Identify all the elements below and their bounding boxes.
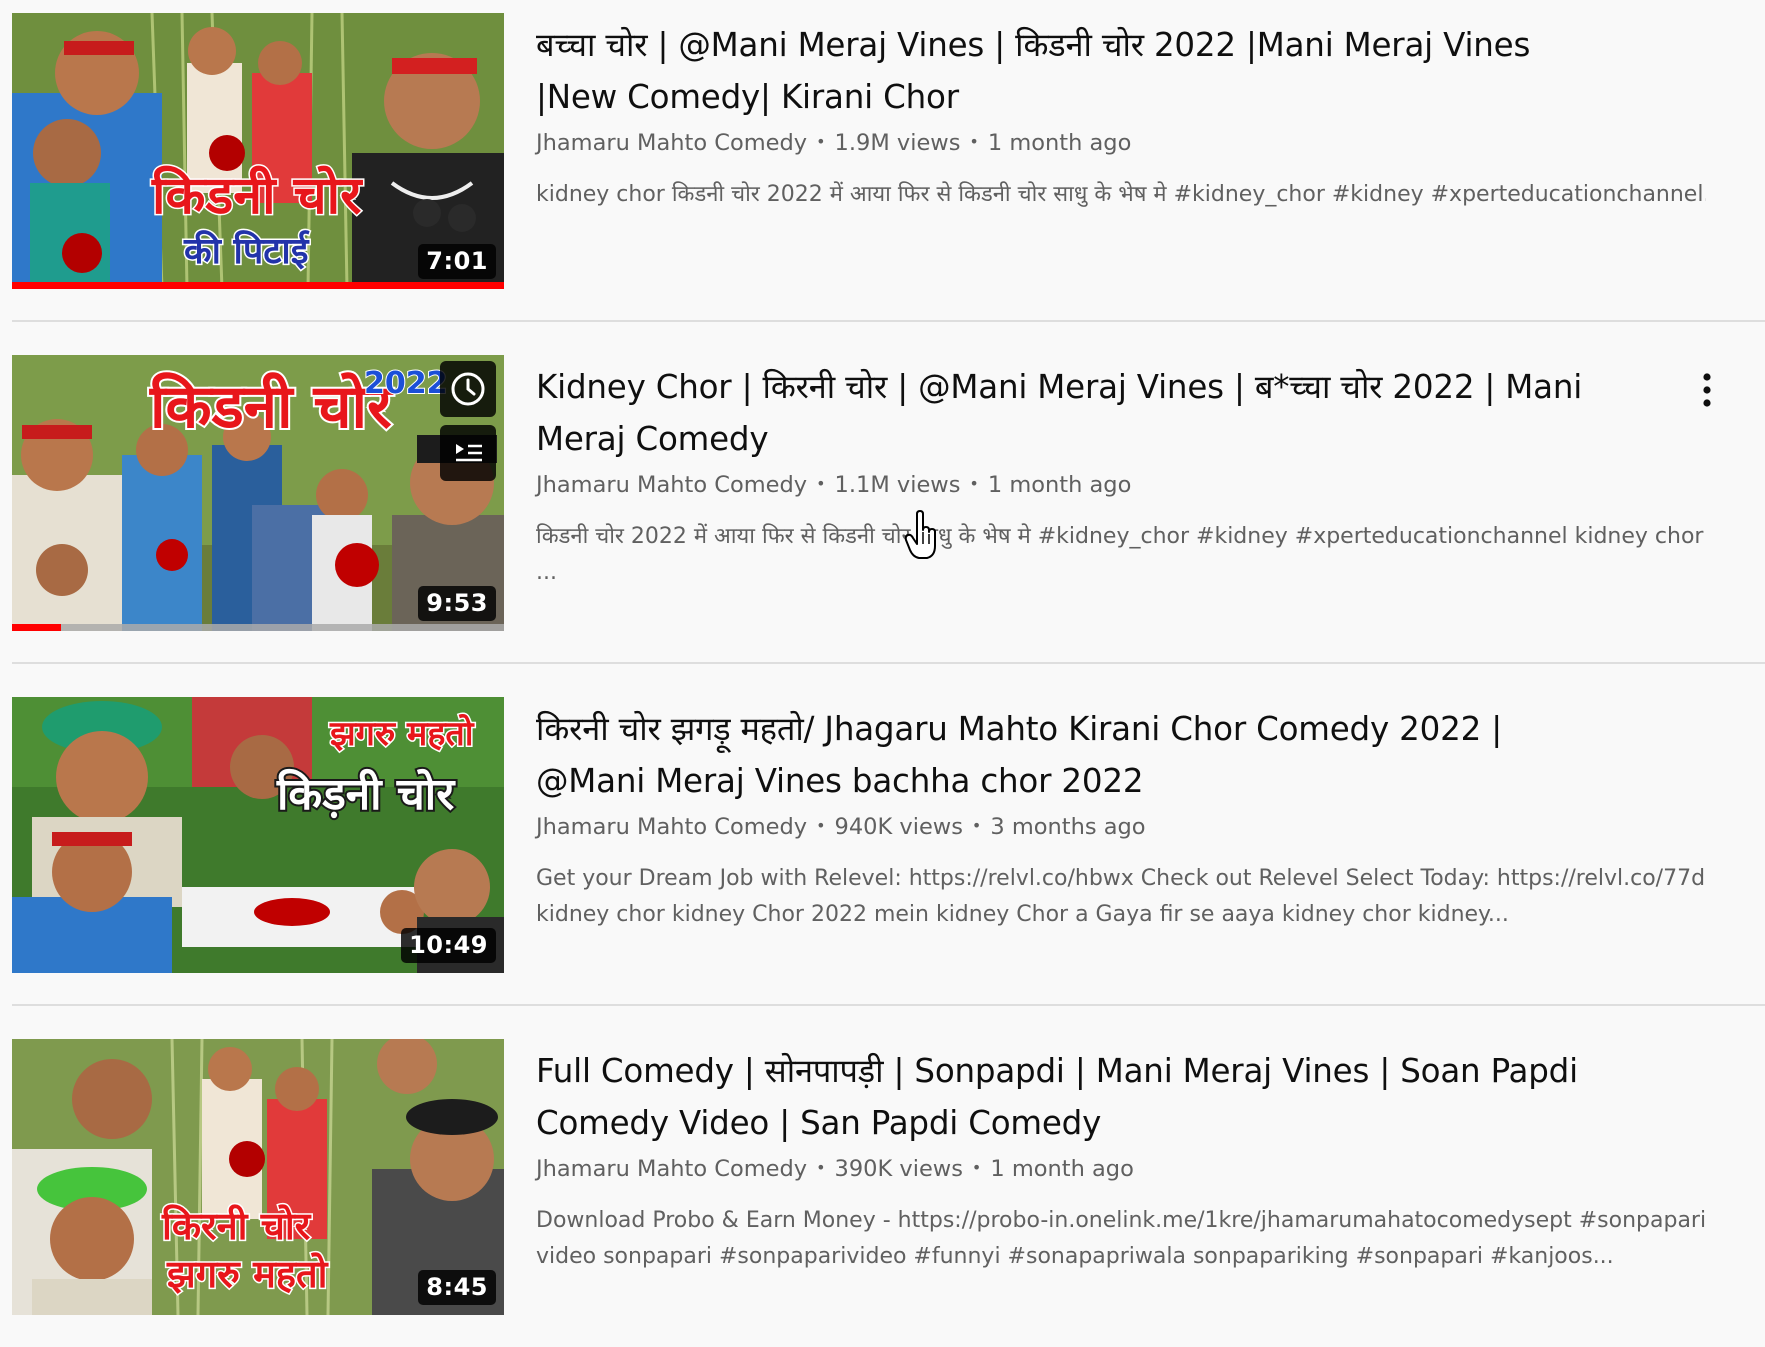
video-thumbnail[interactable]: किडनी चोर की पिटाई 7:01 [12, 13, 504, 289]
meta-separator: • [816, 474, 826, 493]
result-divider [12, 1004, 1765, 1006]
video-metadata: Jhamaru Mahto Comedy • 940K views • 3 months… [536, 809, 1706, 847]
video-metadata: Jhamaru Mahto Comedy • 1.1M views • 1 month … [536, 467, 1706, 505]
video-title-line: Full Comedy | सोनपापड़ी | Sonpapdi | Man… [536, 1052, 1578, 1090]
video-title-line: |New Comedy| Kirani Chor [536, 78, 959, 116]
video-title[interactable]: बच्चा चोर | @Mani Meraj Vines | किडनी चो… [536, 19, 1706, 123]
add-to-queue-icon [456, 444, 482, 462]
video-description-snippet: kidney chor किडनी चोर 2022 में आया फिर स… [536, 177, 1706, 213]
watch-progress-bar [12, 624, 504, 631]
video-result-3[interactable]: झगरु महतो किड़नी चोर 10:49 किरनी चोर झगड… [12, 697, 1765, 997]
video-title-line: बच्चा चोर | @Mani Meraj Vines | किडनी चो… [536, 26, 1531, 64]
description-line: kidney chor किडनी चोर 2022 में आया फिर स… [536, 182, 1706, 207]
view-count: 940K views [834, 814, 963, 840]
thumbnail-subtitle-text: किड़नी चोर [276, 768, 456, 820]
meta-separator: • [971, 816, 982, 835]
video-description-snippet: किडनी चोर 2022 में आया फिर से किडनी चोर … [536, 519, 1706, 591]
thumbnail-title-text: झगरु महतो [329, 713, 475, 754]
video-result-4[interactable]: किरनी चोर झगरु महतो 8:45 Full Comedy | स… [12, 1039, 1765, 1339]
search-results-list: किडनी चोर की पिटाई 7:01 बच्चा चोर | @Man… [0, 0, 1765, 1347]
thumbnail-title-text: किरनी चोर [161, 1204, 312, 1248]
add-to-queue-button[interactable] [440, 425, 496, 481]
video-thumbnail[interactable]: किरनी चोर झगरु महतो 8:45 [12, 1039, 504, 1315]
video-metadata: Jhamaru Mahto Comedy • 1.9M views • 1 month … [536, 125, 1706, 163]
thumbnail-subtitle-text: की पिटाई [183, 230, 310, 272]
video-title-line: किरनी चोर झगड़ू महतो/ Jhagaru Mahto Kira… [536, 710, 1502, 748]
video-info: बच्चा चोर | @Mani Meraj Vines | किडनी चो… [536, 13, 1706, 213]
video-thumbnail[interactable]: किडनी चोर 2022 9:53 [12, 355, 504, 631]
video-result-2[interactable]: किडनी चोर 2022 9:53 Kidney Chor | किरनी … [12, 355, 1765, 655]
view-count: 1.9M views [834, 130, 961, 156]
video-info: Full Comedy | सोनपापड़ी | Sonpapdi | Man… [536, 1039, 1706, 1275]
upload-age: 3 months ago [990, 814, 1146, 840]
description-line: kidney chor kidney Chor 2022 mein kidney… [536, 902, 1509, 927]
result-divider [12, 662, 1765, 664]
video-thumbnail[interactable]: झगरु महतो किड़नी चोर 10:49 [12, 697, 504, 973]
thumbnail-title-text: किडनी चोर [151, 165, 363, 226]
video-info: Kidney Chor | किरनी चोर | @Mani Meraj Vi… [536, 355, 1706, 591]
result-divider [12, 320, 1765, 322]
video-duration: 8:45 [418, 1270, 496, 1305]
video-title-line: Kidney Chor | किरनी चोर | @Mani Meraj Vi… [536, 368, 1583, 406]
description-line: video sonpapari #sonpaparivideo #funnyi … [536, 1244, 1614, 1269]
description-line: किडनी चोर 2022 में आया फिर से किडनी चोर … [536, 524, 1704, 549]
video-duration: 10:49 [401, 928, 496, 963]
video-duration: 9:53 [418, 586, 496, 621]
video-title-line: Meraj Comedy [536, 420, 769, 458]
watch-progress-fill [12, 282, 504, 289]
video-title-line: @Mani Meraj Vines bachha chor 2022 [536, 762, 1144, 800]
thumbnail-title-text: किडनी चोर [149, 372, 394, 442]
thumbnail-corner-text: 2022 [364, 366, 448, 401]
video-title[interactable]: Full Comedy | सोनपापड़ी | Sonpapdi | Man… [536, 1045, 1706, 1149]
watch-progress-bar [12, 282, 504, 289]
channel-name[interactable]: Jhamaru Mahto Comedy [536, 1156, 807, 1182]
description-line: ... [536, 560, 557, 585]
meta-separator: • [969, 132, 979, 151]
video-info: किरनी चोर झगड़ू महतो/ Jhagaru Mahto Kira… [536, 697, 1706, 933]
meta-separator: • [971, 1158, 982, 1177]
video-metadata: Jhamaru Mahto Comedy • 390K views • 1 month … [536, 1151, 1706, 1189]
upload-age: 1 month ago [987, 472, 1132, 498]
video-title[interactable]: किरनी चोर झगड़ू महतो/ Jhagaru Mahto Kira… [536, 703, 1706, 807]
description-line: Download Probo & Earn Money - https://pr… [536, 1208, 1706, 1233]
video-title-line: Comedy Video | San Papdi Comedy [536, 1104, 1102, 1142]
channel-name[interactable]: Jhamaru Mahto Comedy [536, 814, 807, 840]
channel-name[interactable]: Jhamaru Mahto Comedy [536, 130, 807, 156]
view-count: 1.1M views [834, 472, 961, 498]
meta-separator: • [816, 1158, 826, 1177]
clock-icon [451, 372, 485, 406]
more-vert-icon[interactable] [1692, 365, 1722, 415]
description-line: Get your Dream Job with Relevel: https:/… [536, 866, 1706, 891]
video-description-snippet: Download Probo & Earn Money - https://pr… [536, 1203, 1706, 1275]
video-result-1[interactable]: किडनी चोर की पिटाई 7:01 बच्चा चोर | @Man… [12, 13, 1765, 313]
channel-name[interactable]: Jhamaru Mahto Comedy [536, 472, 807, 498]
thumbnail-subtitle-text: झगरु महतो [166, 1252, 329, 1296]
meta-separator: • [816, 132, 826, 151]
watch-later-button[interactable] [440, 361, 496, 417]
video-title[interactable]: Kidney Chor | किरनी चोर | @Mani Meraj Vi… [536, 361, 1706, 465]
video-duration: 7:01 [418, 244, 496, 279]
view-count: 390K views [834, 1156, 963, 1182]
meta-separator: • [969, 474, 979, 493]
meta-separator: • [816, 816, 826, 835]
upload-age: 1 month ago [990, 1156, 1134, 1182]
watch-progress-fill [12, 624, 62, 631]
upload-age: 1 month ago [987, 130, 1132, 156]
video-description-snippet: Get your Dream Job with Relevel: https:/… [536, 861, 1706, 933]
